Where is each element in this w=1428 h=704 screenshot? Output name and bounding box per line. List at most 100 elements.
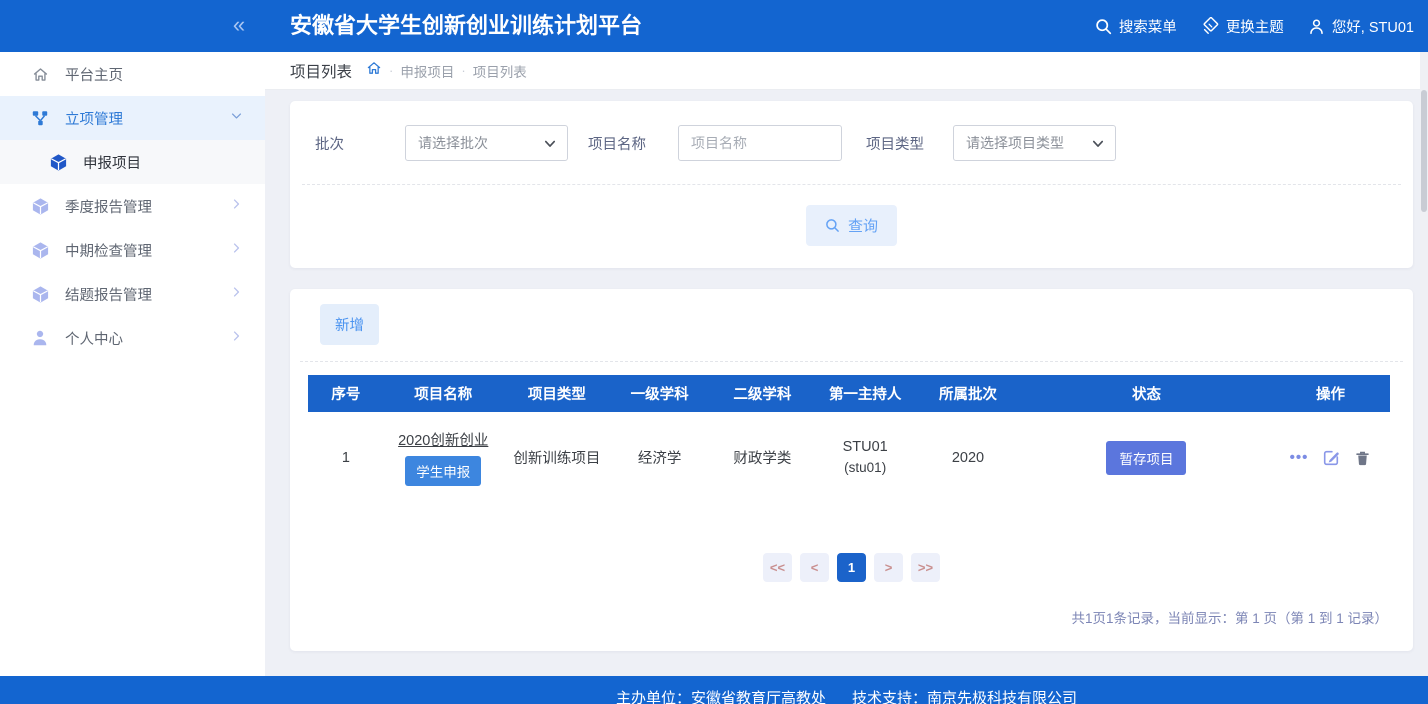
- col-header-leader: 第一主持人: [816, 375, 914, 412]
- project-type-select[interactable]: 请选择项目类型: [953, 125, 1116, 161]
- vertical-scrollbar[interactable]: [1420, 52, 1428, 676]
- cube-icon: [30, 241, 50, 260]
- chevron-right-icon: [230, 198, 243, 215]
- cell-index: 1: [341, 449, 350, 466]
- sidebar-item-label: 季度报告管理: [65, 199, 152, 216]
- record-summary: 共1页1条记录，当前显示：第 1 页（第 1 到 1 记录）: [1071, 611, 1388, 626]
- change-theme-button[interactable]: 更换主题: [1201, 16, 1284, 37]
- search-menu-button[interactable]: 搜索菜单: [1095, 16, 1177, 37]
- col-header-type: 项目类型: [502, 375, 611, 412]
- cell-name: 2020创新创业 学生申报: [384, 412, 503, 506]
- cube-icon: [30, 197, 50, 216]
- query-button[interactable]: 查询: [805, 205, 897, 246]
- divider: [302, 184, 1401, 185]
- main-area: 项目列表 · 申报项目 · 项目列表 批次 请选择批次 项目名称 项目类型 请选…: [265, 52, 1428, 676]
- sidebar-item-final-report[interactable]: 结题报告管理: [0, 272, 265, 316]
- batch-select[interactable]: 请选择批次: [405, 125, 568, 161]
- table-row: 1 2020创新创业 学生申报 创新训练项目 经济学 财政学类 STU01 (s…: [308, 412, 1390, 506]
- cell-batch: 2020: [951, 449, 985, 466]
- breadcrumb-parent[interactable]: 申报项目: [400, 61, 454, 81]
- sidebar-item-personal-center[interactable]: 个人中心: [0, 316, 265, 360]
- breadcrumb-home-icon[interactable]: [366, 60, 382, 81]
- project-name-link[interactable]: 2020创新创业: [398, 433, 488, 449]
- page-title: 项目列表: [290, 63, 353, 81]
- project-list-panel: 新增 序号 项目名称 项目类型 一级学科 二级学科 第一主持人 所属批次 状态 …: [290, 289, 1413, 651]
- col-header-discipline2: 二级学科: [708, 375, 817, 412]
- edit-icon[interactable]: [1322, 449, 1340, 467]
- sidebar-item-label: 个人中心: [65, 331, 123, 348]
- chevron-right-icon: [230, 242, 243, 259]
- status-badge: 暂存项目: [1106, 440, 1187, 475]
- project-name-input[interactable]: [678, 125, 842, 161]
- breadcrumb-separator: ·: [389, 63, 394, 78]
- chevron-right-icon: [230, 286, 243, 303]
- pagination-page-1-button[interactable]: 1: [837, 553, 866, 582]
- batch-select-value: 请选择批次: [418, 135, 488, 151]
- sidebar-collapse-icon[interactable]: «: [212, 0, 264, 52]
- leader-name: STU01: [842, 438, 888, 455]
- person-icon: [30, 329, 50, 347]
- apply-source-badge: 学生申报: [405, 456, 482, 486]
- cell-type: 创新训练项目: [513, 451, 601, 467]
- scrollbar-thumb[interactable]: [1421, 90, 1427, 212]
- cell-discipline1: 经济学: [637, 451, 682, 467]
- pagination: << < 1 > >>: [290, 553, 1413, 582]
- breadcrumb-separator: ·: [461, 63, 466, 78]
- user-icon: [1308, 18, 1325, 35]
- home-icon: [30, 66, 50, 83]
- sidebar-item-platform-home[interactable]: 平台主页: [0, 52, 265, 96]
- filter-panel: 批次 请选择批次 项目名称 项目类型 请选择项目类型: [290, 101, 1413, 268]
- app-footer: 主办单位：安徽省教育厅高教处 技术支持：南京先极科技有限公司: [0, 676, 1428, 704]
- sitemap-icon: [30, 109, 50, 127]
- sidebar-item-apply-project[interactable]: 申报项目: [0, 140, 265, 184]
- query-button-label: 查询: [847, 218, 878, 235]
- col-header-discipline1: 一级学科: [610, 375, 709, 412]
- app-header: « 安徽省大学生创新创业训练计划平台 搜索菜单 更换主题 您好, STU01: [0, 0, 1428, 52]
- breadcrumb-current: 项目列表: [472, 64, 527, 80]
- app-title: 安徽省大学生创新创业训练计划平台: [290, 13, 643, 38]
- cube-icon: [30, 285, 50, 304]
- breadcrumb: 项目列表 · 申报项目 · 项目列表: [265, 52, 1428, 90]
- chevron-down-icon: [544, 140, 556, 147]
- sidebar-item-midterm-check[interactable]: 中期检查管理: [0, 228, 265, 272]
- divider: [300, 361, 1403, 362]
- footer-sponsor: 主办单位：安徽省教育厅高教处: [615, 690, 826, 704]
- delete-icon[interactable]: [1354, 449, 1371, 467]
- sidebar: 平台主页 立项管理 申报项目 季度报告管理 中期检查管理 结题报告管理 个人中心: [0, 52, 265, 676]
- search-icon: [1095, 18, 1112, 35]
- sidebar-item-quarterly-report[interactable]: 季度报告管理: [0, 184, 265, 228]
- pagination-first-button[interactable]: <<: [763, 553, 792, 582]
- user-greeting: 您好, STU01: [1331, 19, 1414, 36]
- chevron-right-icon: [230, 330, 243, 347]
- more-actions-icon[interactable]: •••: [1290, 450, 1309, 465]
- col-header-status: 状态: [1022, 375, 1271, 412]
- user-menu[interactable]: 您好, STU01: [1308, 16, 1414, 37]
- cell-status: 暂存项目: [1022, 412, 1271, 506]
- pagination-last-button[interactable]: >>: [911, 553, 940, 582]
- col-header-name: 项目名称: [383, 375, 503, 412]
- theme-icon: [1201, 17, 1219, 35]
- leader-account: (stu01): [844, 460, 887, 476]
- change-theme-label: 更换主题: [1225, 19, 1284, 36]
- project-type-select-value: 请选择项目类型: [966, 135, 1064, 151]
- chevron-down-icon: [1092, 140, 1104, 147]
- pagination-next-button[interactable]: >: [874, 553, 903, 582]
- chevron-down-icon: [230, 110, 243, 127]
- col-header-batch: 所属批次: [913, 375, 1023, 412]
- cell-leader: STU01 (stu01): [817, 412, 914, 506]
- sidebar-item-label: 申报项目: [83, 155, 141, 172]
- sidebar-item-label: 结题报告管理: [65, 287, 152, 304]
- add-button[interactable]: 新增: [320, 304, 379, 345]
- cube-icon: [48, 153, 68, 172]
- col-header-index: 序号: [308, 375, 384, 412]
- pagination-prev-button[interactable]: <: [800, 553, 829, 582]
- table-header-row: 序号 项目名称 项目类型 一级学科 二级学科 第一主持人 所属批次 状态 操作: [308, 375, 1390, 412]
- sidebar-item-label: 平台主页: [65, 67, 123, 84]
- search-icon: [825, 218, 840, 233]
- cell-discipline2: 财政学类: [733, 451, 792, 467]
- footer-support: 技术支持：南京先极科技有限公司: [852, 690, 1078, 704]
- col-header-operations: 操作: [1270, 375, 1390, 412]
- sidebar-item-project-setup[interactable]: 立项管理: [0, 96, 265, 140]
- cell-operations: •••: [1271, 412, 1390, 506]
- project-type-label: 项目类型: [866, 136, 924, 153]
